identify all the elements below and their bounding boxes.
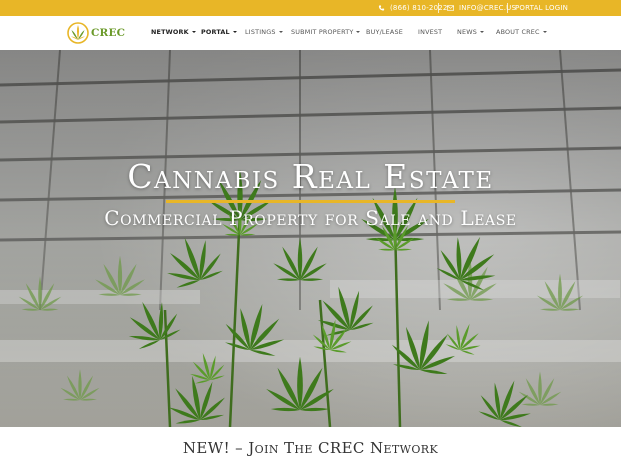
- nav-item-label: INVEST: [418, 28, 443, 36]
- hero-background-image: [0, 50, 621, 427]
- caret-down-icon: [232, 31, 237, 33]
- caret-down-icon: [542, 31, 547, 33]
- nav-item-label: NEWS: [457, 28, 477, 36]
- caret-down-icon: [278, 31, 283, 33]
- leaf-logo-icon: [67, 22, 89, 44]
- caret-down-icon: [191, 31, 196, 33]
- nav-item-invest[interactable]: INVEST: [418, 16, 442, 50]
- nav-item-network[interactable]: NETWORK: [151, 16, 196, 50]
- nav-item-buy-lease[interactable]: BUY/LEASE: [366, 16, 403, 50]
- portal-login-link[interactable]: PORTAL LOGIN: [515, 0, 568, 16]
- phone-icon: [378, 5, 385, 11]
- logo-text: CREC: [91, 27, 126, 39]
- network-section-title: NEW! – Join The CREC Network: [182, 439, 439, 457]
- nav-item-listings[interactable]: LISTINGS: [245, 16, 283, 50]
- main-navbar: CREC NETWORK PORTAL LISTINGS SUBMIT PROP…: [0, 16, 621, 50]
- nav-item-news[interactable]: NEWS: [457, 16, 484, 50]
- network-section: NEW! – Join The CREC Network: [0, 427, 621, 461]
- nav-item-label: NETWORK: [151, 28, 189, 36]
- nav-item-label: BUY/LEASE: [366, 28, 403, 36]
- email-link[interactable]: INFO@CREC.US: [447, 0, 516, 16]
- hero-title: Cannabis Real Estate: [127, 157, 494, 196]
- envelope-icon: [447, 5, 454, 11]
- nav-item-portal[interactable]: PORTAL: [201, 16, 237, 50]
- hero-divider: [166, 200, 455, 203]
- nav-item-label: SUBMIT PROPERTY: [291, 28, 354, 36]
- nav-item-label: ABOUT CREC: [496, 28, 540, 36]
- logo[interactable]: CREC: [67, 21, 125, 45]
- nav-item-submit-property[interactable]: SUBMIT PROPERTY: [291, 16, 361, 50]
- top-bar: (866) 810-2022 INFO@CREC.US PORTAL LOGIN: [0, 0, 621, 16]
- caret-down-icon: [356, 31, 361, 33]
- hero-banner: Cannabis Real Estate Commercial Property…: [0, 50, 621, 427]
- caret-down-icon: [480, 31, 484, 33]
- divider: [438, 3, 439, 13]
- divider: [507, 3, 508, 13]
- nav-item-label: PORTAL: [201, 28, 230, 36]
- nav-item-label: LISTINGS: [245, 28, 276, 36]
- hero-subtitle: Commercial Property for Sale and Lease: [104, 206, 517, 230]
- nav-item-about-crec[interactable]: ABOUT CREC: [496, 16, 547, 50]
